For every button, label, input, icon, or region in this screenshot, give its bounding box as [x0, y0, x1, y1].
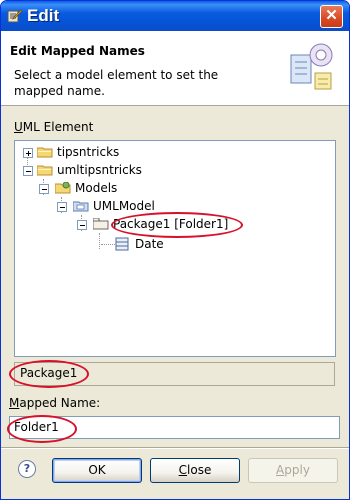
uml-element-tree[interactable]: tipsntricks umltipsntricks Models UMLMod… — [14, 140, 336, 357]
uml-model-icon — [73, 201, 89, 212]
banner-message: Select a model element to set the mapped… — [14, 68, 219, 98]
help-button[interactable]: ? — [18, 460, 36, 478]
mapped-name-label: Mapped Name: — [9, 396, 101, 410]
mapping-wizard-icon — [290, 43, 333, 90]
close-window-button[interactable]: ✕ — [320, 5, 343, 28]
title-bar[interactable]: Edit ✕ — [1, 1, 349, 31]
package-icon — [93, 218, 109, 230]
window-title: Edit — [27, 6, 60, 25]
collapse-icon[interactable] — [23, 166, 33, 176]
help-icon: ? — [23, 462, 31, 475]
collapse-icon[interactable] — [39, 184, 49, 194]
edit-window-icon — [7, 9, 23, 23]
project-folder-icon — [37, 147, 53, 158]
apply-button[interactable]: Apply — [248, 458, 338, 483]
close-icon: ✕ — [325, 7, 338, 24]
expand-icon[interactable] — [23, 148, 33, 158]
selected-element-field: Package1 — [14, 362, 335, 386]
banner-title: Edit Mapped Names — [10, 44, 145, 58]
ok-button[interactable]: OK — [52, 458, 142, 483]
models-folder-icon — [55, 182, 71, 194]
close-button[interactable]: Close — [150, 458, 240, 483]
mapped-name-input[interactable]: Folder1 — [9, 416, 340, 439]
button-bar-separator — [1, 447, 349, 449]
collapse-icon[interactable] — [57, 202, 67, 212]
edit-dialog: Edit ✕ Edit Mapped Names Select a model … — [0, 0, 350, 500]
collapse-icon[interactable] — [77, 220, 87, 230]
class-icon — [115, 237, 129, 251]
dialog-banner: Edit Mapped Names Select a model element… — [1, 31, 349, 106]
uml-element-label: UML Element — [14, 120, 94, 134]
project-folder-icon — [37, 165, 53, 176]
